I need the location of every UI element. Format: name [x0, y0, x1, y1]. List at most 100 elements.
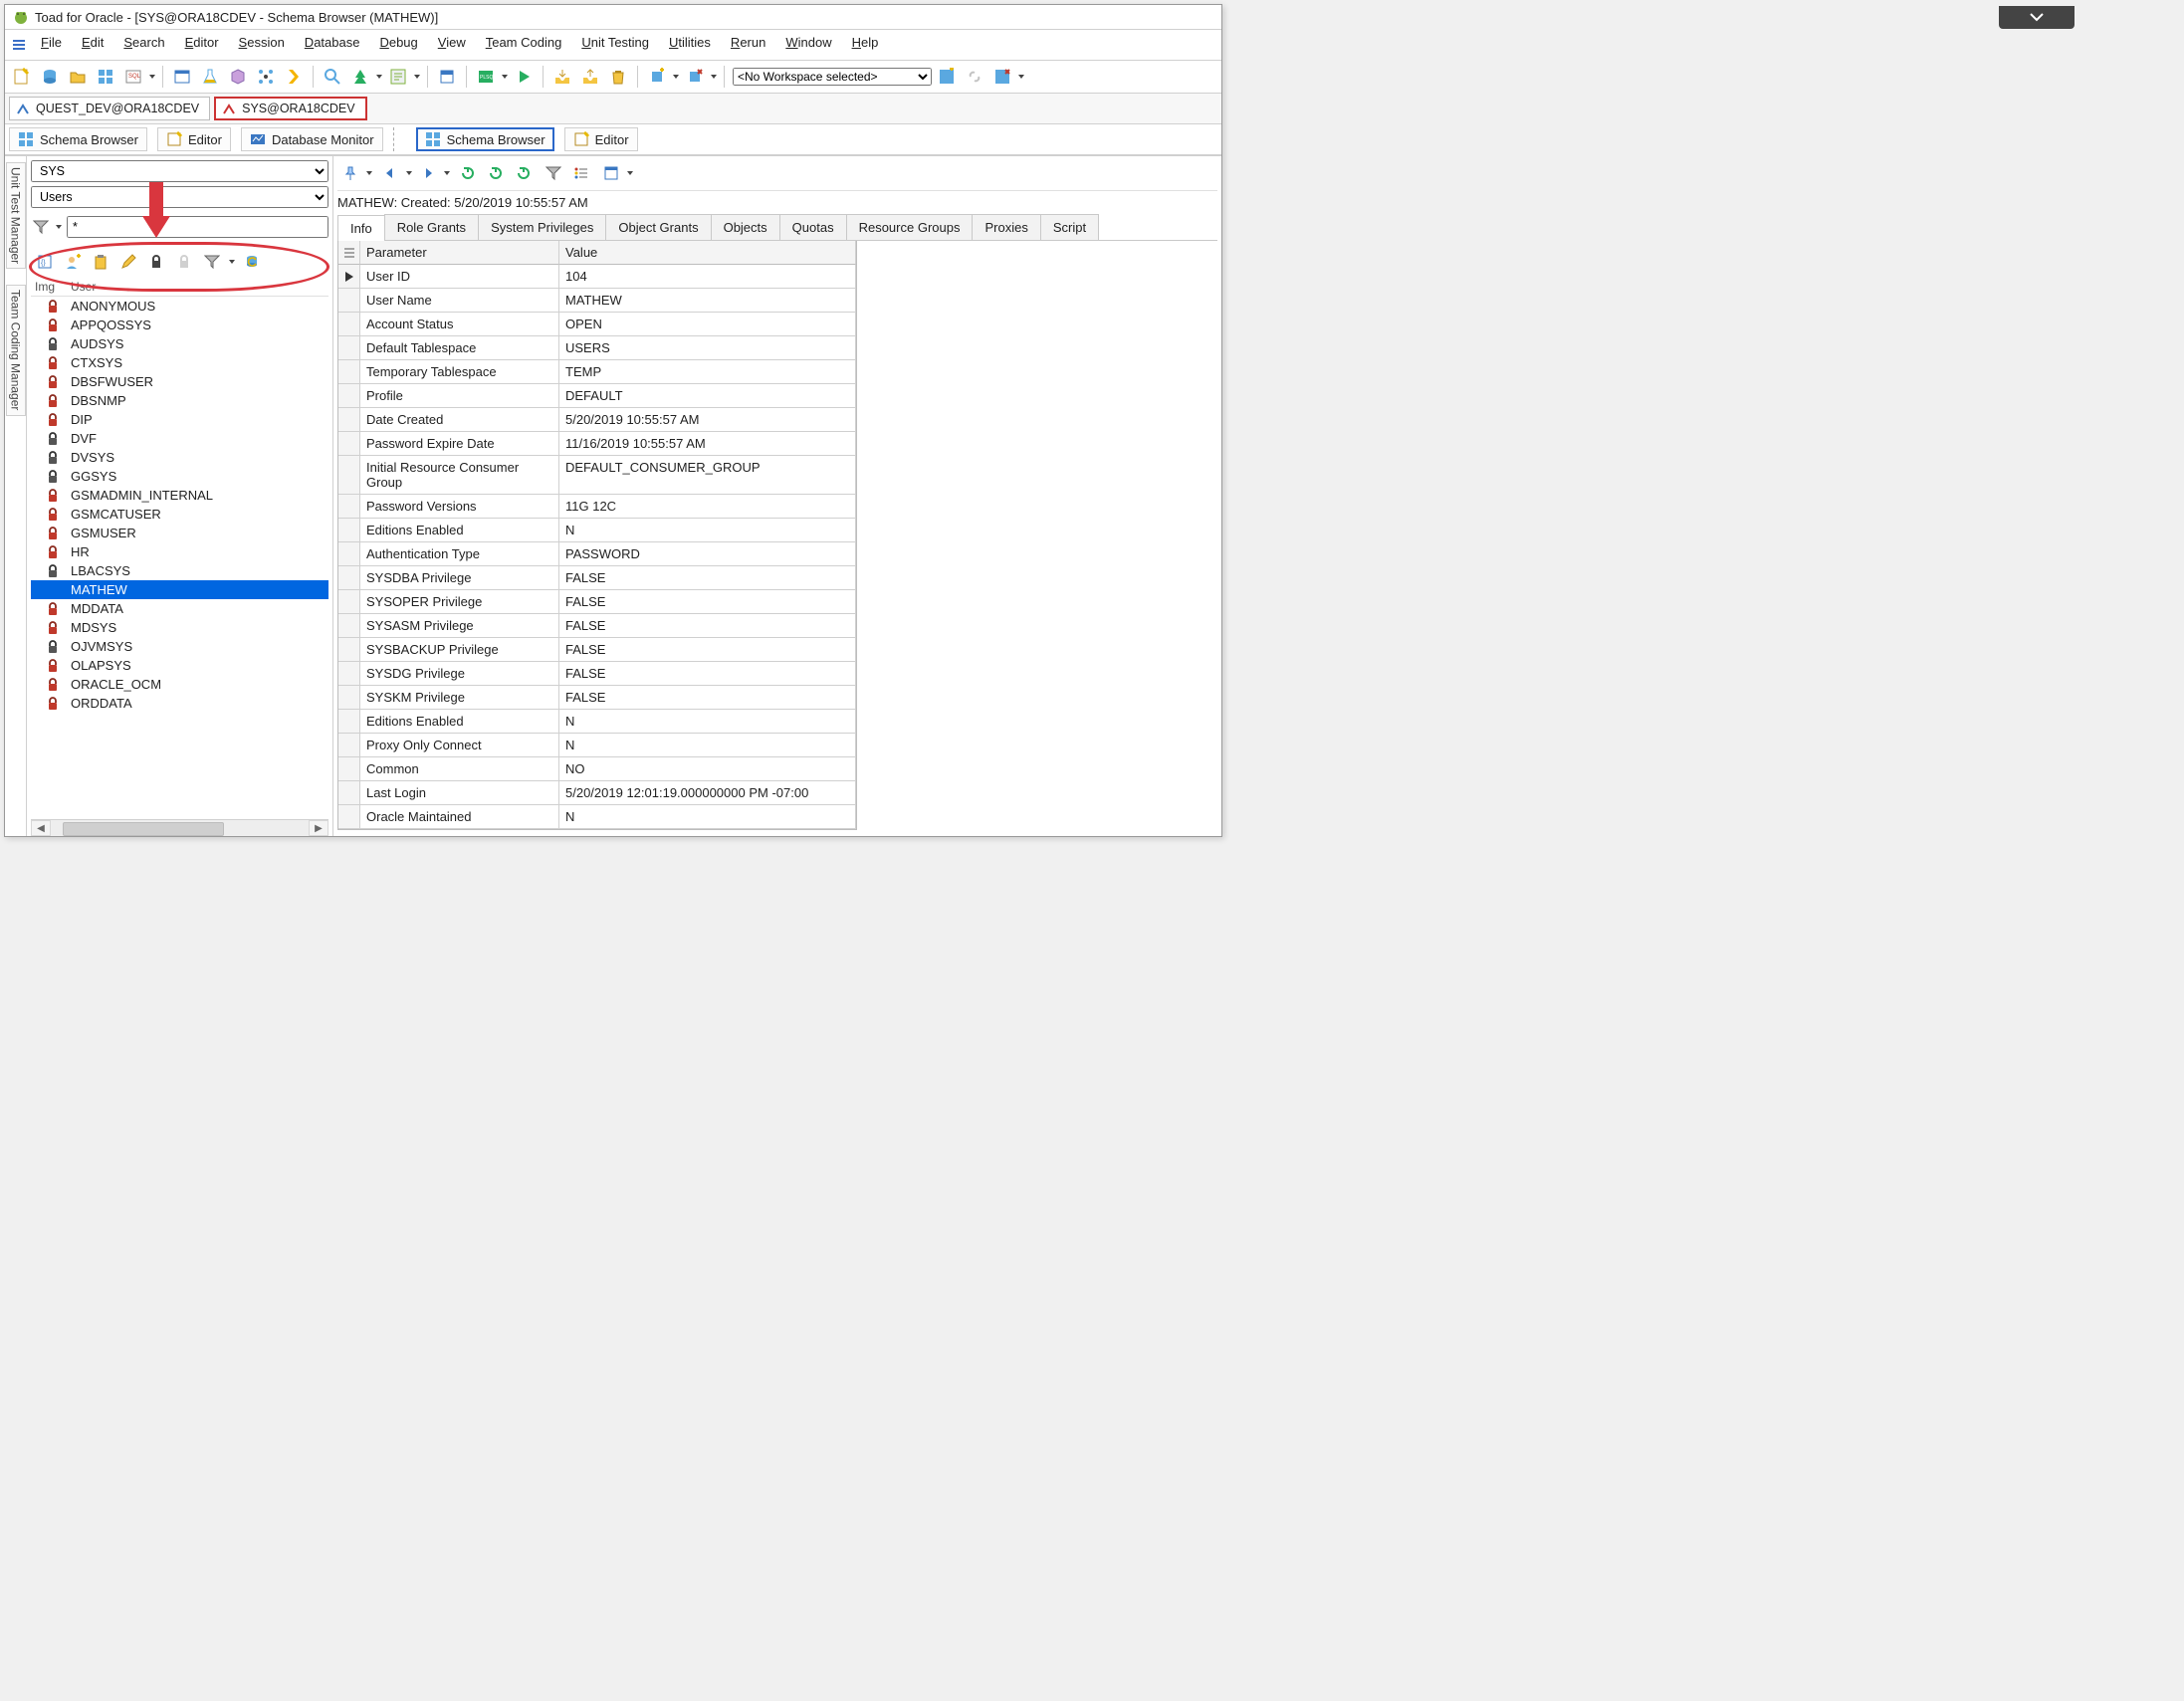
menu-view[interactable]: View	[430, 32, 474, 58]
connect-icon[interactable]	[37, 64, 63, 90]
menu-database[interactable]: Database	[297, 32, 368, 58]
lock-light-icon[interactable]	[172, 250, 196, 274]
user-list-item[interactable]: ORACLE_OCM	[31, 675, 328, 694]
refresh-green-icon[interactable]	[483, 160, 509, 186]
tool-window-tab[interactable]: Schema Browser	[416, 127, 554, 151]
filter-funnel-icon[interactable]	[31, 217, 51, 237]
dropdown-caret[interactable]	[443, 171, 451, 175]
link-workspace-icon[interactable]	[962, 64, 987, 90]
user-list-item[interactable]: ORDDATA	[31, 694, 328, 713]
refresh-db-icon[interactable]	[240, 250, 264, 274]
workspace-combo[interactable]: <No Workspace selected>	[733, 68, 932, 86]
schema-browser-icon[interactable]	[93, 64, 118, 90]
menu-debug[interactable]: Debug	[371, 32, 425, 58]
new-sql-icon[interactable]	[9, 64, 35, 90]
dock-unit-test-manager[interactable]: Unit Test Manager	[6, 162, 26, 269]
refresh-green-icon[interactable]	[455, 160, 481, 186]
open-icon[interactable]	[65, 64, 91, 90]
new-user-icon[interactable]	[61, 250, 85, 274]
user-list-item[interactable]: DBSFWUSER	[31, 372, 328, 391]
user-list-item[interactable]: GSMUSER	[31, 524, 328, 542]
schema-combo[interactable]: SYS	[31, 160, 328, 182]
menu-utilities[interactable]: Utilities	[661, 32, 719, 58]
dropdown-caret[interactable]	[672, 75, 680, 79]
scrollbar-thumb[interactable]	[63, 822, 224, 836]
tab-object-grants[interactable]: Object Grants	[605, 214, 711, 240]
user-list-item[interactable]: APPQOSSYS	[31, 316, 328, 334]
session-icon[interactable]	[434, 64, 460, 90]
tool-window-tab[interactable]: Editor	[157, 127, 231, 151]
filter-input[interactable]	[67, 216, 328, 238]
menu-rerun[interactable]: Rerun	[723, 32, 773, 58]
menu-edit[interactable]: Edit	[74, 32, 111, 58]
options-icon[interactable]	[598, 160, 624, 186]
expand-panel-button[interactable]	[1999, 6, 2075, 29]
delete-workspace-icon[interactable]	[989, 64, 1015, 90]
debug-play-icon[interactable]	[511, 64, 537, 90]
new-object-icon[interactable]	[644, 64, 670, 90]
services-icon[interactable]	[253, 64, 279, 90]
sql-editor-icon[interactable]: SQL	[120, 64, 146, 90]
trash-icon[interactable]	[605, 64, 631, 90]
tool-window-tab[interactable]: Editor	[564, 127, 638, 151]
list-bullets-icon[interactable]	[568, 160, 594, 186]
menu-unit-testing[interactable]: Unit Testing	[573, 32, 657, 58]
inbox-icon[interactable]	[549, 64, 575, 90]
refresh-green-icon[interactable]	[511, 160, 537, 186]
edit-pencil-icon[interactable]	[116, 250, 140, 274]
lock-dark-icon[interactable]	[144, 250, 168, 274]
user-list-item[interactable]: GSMCATUSER	[31, 505, 328, 524]
flask-icon[interactable]	[197, 64, 223, 90]
back-icon[interactable]	[377, 160, 403, 186]
object-type-combo[interactable]: Users	[31, 186, 328, 208]
connection-tab[interactable]: QUEST_DEV@ORA18CDEV	[9, 97, 210, 120]
script-icon[interactable]: {}	[33, 250, 57, 274]
user-list-item[interactable]: AUDSYS	[31, 334, 328, 353]
toolbar-dropdown-caret[interactable]	[148, 75, 156, 79]
execute-icon[interactable]	[281, 64, 307, 90]
tool-window-tab[interactable]: Schema Browser	[9, 127, 147, 151]
dock-team-coding-manager[interactable]: Team Coding Manager	[6, 285, 26, 415]
dropdown-caret[interactable]	[365, 171, 373, 175]
user-list-item[interactable]: OJVMSYS	[31, 637, 328, 656]
tab-resource-groups[interactable]: Resource Groups	[846, 214, 974, 240]
menu-window[interactable]: Window	[777, 32, 839, 58]
filter-dropdown-caret[interactable]	[228, 260, 236, 264]
tab-system-privileges[interactable]: System Privileges	[478, 214, 606, 240]
plsql-icon[interactable]: PLSQL	[473, 64, 499, 90]
user-list-item[interactable]: DVF	[31, 429, 328, 448]
dropdown-caret[interactable]	[501, 75, 509, 79]
dropdown-caret[interactable]	[710, 75, 718, 79]
filter-icon[interactable]	[200, 250, 224, 274]
scroll-left-icon[interactable]: ◀	[31, 820, 51, 836]
tab-role-grants[interactable]: Role Grants	[384, 214, 479, 240]
user-list-item[interactable]: CTXSYS	[31, 353, 328, 372]
user-list-item[interactable]: GGSYS	[31, 467, 328, 486]
dropdown-caret[interactable]	[405, 171, 413, 175]
user-list[interactable]: ANONYMOUSAPPQOSSYSAUDSYSCTXSYSDBSFWUSERD…	[31, 296, 328, 819]
tab-objects[interactable]: Objects	[711, 214, 780, 240]
tree-icon[interactable]	[347, 64, 373, 90]
outbox-icon[interactable]	[577, 64, 603, 90]
window-icon[interactable]	[169, 64, 195, 90]
tab-quotas[interactable]: Quotas	[779, 214, 847, 240]
user-list-item[interactable]: ANONYMOUS	[31, 297, 328, 316]
user-list-item[interactable]: GSMADMIN_INTERNAL	[31, 486, 328, 505]
dropdown-caret[interactable]	[375, 75, 383, 79]
menu-team-coding[interactable]: Team Coding	[478, 32, 570, 58]
forward-icon[interactable]	[415, 160, 441, 186]
user-list-item[interactable]: DBSNMP	[31, 391, 328, 410]
user-list-item[interactable]: LBACSYS	[31, 561, 328, 580]
dropdown-caret[interactable]	[413, 75, 421, 79]
horizontal-scrollbar[interactable]: ◀ ▶	[31, 819, 328, 836]
filter-dropdown-caret[interactable]	[55, 225, 63, 229]
tab-proxies[interactable]: Proxies	[972, 214, 1040, 240]
user-list-item[interactable]: MDDATA	[31, 599, 328, 618]
dropdown-caret[interactable]	[1017, 75, 1025, 79]
cube-icon[interactable]	[225, 64, 251, 90]
tab-info[interactable]: Info	[337, 215, 385, 241]
close-object-icon[interactable]	[682, 64, 708, 90]
user-list-item[interactable]: MATHEW	[31, 580, 328, 599]
menu-search[interactable]: Search	[115, 32, 172, 58]
user-list-item[interactable]: DIP	[31, 410, 328, 429]
